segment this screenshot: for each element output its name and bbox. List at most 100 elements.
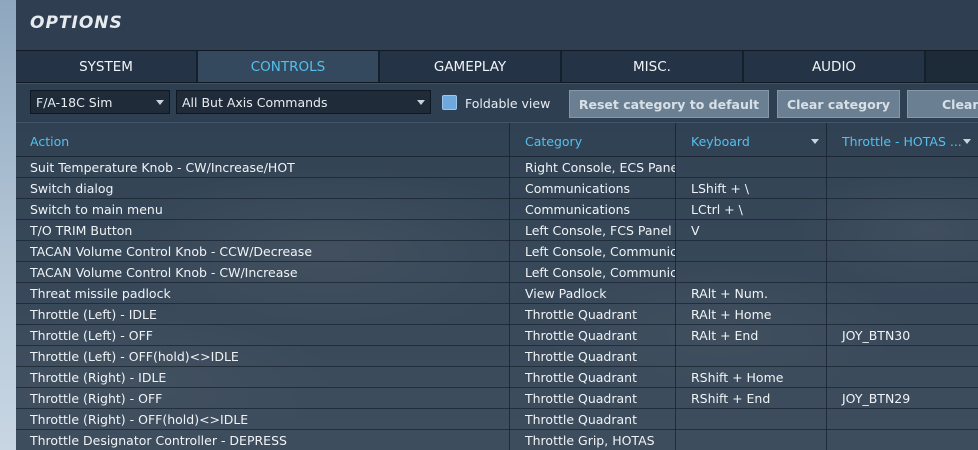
tab-controls[interactable]: CONTROLS [198,51,380,82]
cell-keyboard[interactable]: RShift + End [676,388,827,409]
cell-throttle[interactable] [827,262,978,283]
cell-throttle[interactable] [827,283,978,304]
cell-category: View Padlock [510,283,676,304]
aircraft-select-value: F/A-18C Sim [36,95,113,110]
cell-keyboard[interactable]: V [676,220,827,241]
tab-audio[interactable]: AUDIO [744,51,926,82]
table-row[interactable]: TACAN Volume Control Knob - CCW/Decrease… [16,241,978,262]
table-header: Action Category Keyboard Throttle - HOTA… [16,123,978,157]
cell-action[interactable]: Throttle Designator Controller - DEPRESS [16,430,510,450]
cell-category: Throttle Quadrant [510,367,676,388]
cell-keyboard[interactable]: LShift + \ [676,178,827,199]
cell-keyboard[interactable]: LCtrl + \ [676,199,827,220]
cell-action[interactable]: Switch to main menu [16,199,510,220]
header-action[interactable]: Action [16,123,510,157]
cell-throttle[interactable] [827,430,978,450]
header-category[interactable]: Category [510,123,676,157]
cell-throttle[interactable] [827,157,978,178]
cell-throttle[interactable] [827,409,978,430]
chevron-down-icon[interactable] [811,139,819,144]
cell-action[interactable]: Throttle (Left) - IDLE [16,304,510,325]
cell-category: Communications [510,199,676,220]
cell-throttle[interactable]: JOY_BTN29 [827,388,978,409]
table-row[interactable]: T/O TRIM Button Left Console, FCS Panel V [16,220,978,241]
cell-action[interactable]: Throttle (Left) - OFF [16,325,510,346]
header-throttle[interactable]: Throttle - HOTAS ... [827,123,978,157]
cell-keyboard[interactable]: RAlt + Home [676,304,827,325]
table-row[interactable]: TACAN Volume Control Knob - CW/Increase L… [16,262,978,283]
cell-action[interactable]: Throttle (Right) - IDLE [16,367,510,388]
title-bar: OPTIONS [16,0,978,50]
table-row[interactable]: Throttle (Right) - OFF(hold)<>IDLE Thrott… [16,409,978,430]
cell-throttle[interactable] [827,346,978,367]
cell-category: Throttle Quadrant [510,409,676,430]
table-row[interactable]: Throttle (Right) - IDLE Throttle Quadrant… [16,367,978,388]
cell-category: Left Console, Communicat [510,262,676,283]
table-row[interactable]: Throttle (Left) - IDLE Throttle Quadrant R… [16,304,978,325]
cell-category: Left Console, FCS Panel [510,220,676,241]
table-row[interactable]: Switch to main menu Communications LCtrl +… [16,199,978,220]
header-keyboard[interactable]: Keyboard [676,123,827,157]
cell-category: Left Console, Communicat [510,241,676,262]
table-row[interactable]: Switch dialog Communications LShift + \ [16,178,978,199]
tab-bar: SYSTEM CONTROLS GAMEPLAY MISC. AUDIO [16,50,978,83]
cell-category: Communications [510,178,676,199]
cell-keyboard[interactable] [676,241,827,262]
table-row[interactable]: Throttle Designator Controller - DEPRESS… [16,430,978,450]
cell-category: Throttle Grip, HOTAS [510,430,676,450]
cell-category: Throttle Quadrant [510,346,676,367]
table-row[interactable]: Threat missile padlock View Padlock RAlt +… [16,283,978,304]
header-action-label: Action [30,134,70,149]
cell-keyboard[interactable] [676,346,827,367]
cell-action[interactable]: T/O TRIM Button [16,220,510,241]
controls-toolbar: F/A-18C Sim All But Axis Commands Foldab… [16,84,978,122]
cell-keyboard[interactable] [676,157,827,178]
cell-throttle[interactable] [827,178,978,199]
cell-action[interactable]: Throttle (Left) - OFF(hold)<>IDLE [16,346,510,367]
clear-button[interactable]: Clear [907,90,978,118]
cell-throttle[interactable] [827,367,978,388]
cell-action[interactable]: Throttle (Right) - OFF(hold)<>IDLE [16,409,510,430]
bindings-table: Action Category Keyboard Throttle - HOTA… [16,123,978,450]
cell-keyboard[interactable] [676,262,827,283]
clear-category-button[interactable]: Clear category [777,90,900,118]
cell-action[interactable]: Threat missile padlock [16,283,510,304]
aircraft-select[interactable]: F/A-18C Sim [30,90,170,114]
header-keyboard-label: Keyboard [691,134,750,149]
table-row[interactable]: Throttle (Left) - OFF Throttle Quadrant RA… [16,325,978,346]
tab-gameplay[interactable]: GAMEPLAY [380,51,562,82]
foldable-view-label: Foldable view [465,96,551,111]
foldable-view-checkbox[interactable] [442,95,457,110]
cell-keyboard[interactable]: RShift + Home [676,367,827,388]
cell-category: Throttle Quadrant [510,325,676,346]
cell-action[interactable]: TACAN Volume Control Knob - CW/Increase [16,262,510,283]
cell-throttle[interactable] [827,199,978,220]
cell-throttle[interactable] [827,304,978,325]
table-row[interactable]: Throttle (Left) - OFF(hold)<>IDLE Throttl… [16,346,978,367]
table-row[interactable]: Suit Temperature Knob - CW/Increase/HOT R… [16,157,978,178]
cell-action[interactable]: Throttle (Right) - OFF [16,388,510,409]
cell-keyboard[interactable]: RAlt + End [676,325,827,346]
tab-system[interactable]: SYSTEM [16,51,198,82]
cell-keyboard[interactable] [676,409,827,430]
cell-category: Throttle Quadrant [510,388,676,409]
cell-throttle[interactable] [827,241,978,262]
filter-select[interactable]: All But Axis Commands [176,90,431,114]
cell-action[interactable]: Switch dialog [16,178,510,199]
cell-category: Right Console, ECS Panel [510,157,676,178]
options-window: OPTIONS SYSTEM CONTROLS GAMEPLAY MISC. A… [16,0,978,450]
tab-misc[interactable]: MISC. [562,51,744,82]
table-row[interactable]: Throttle (Right) - OFF Throttle Quadrant R… [16,388,978,409]
cell-action[interactable]: Suit Temperature Knob - CW/Increase/HOT [16,157,510,178]
window-title: OPTIONS [30,13,123,33]
cell-throttle[interactable]: JOY_BTN30 [827,325,978,346]
header-category-label: Category [525,134,583,149]
table-body: Suit Temperature Knob - CW/Increase/HOT R… [16,157,978,450]
cell-keyboard[interactable]: RAlt + Num. [676,283,827,304]
cell-action[interactable]: TACAN Volume Control Knob - CCW/Decrease [16,241,510,262]
reset-category-button[interactable]: Reset category to default [569,90,769,118]
cell-throttle[interactable] [827,220,978,241]
chevron-down-icon [156,100,164,105]
cell-keyboard[interactable] [676,430,827,450]
chevron-down-icon[interactable] [963,139,971,144]
